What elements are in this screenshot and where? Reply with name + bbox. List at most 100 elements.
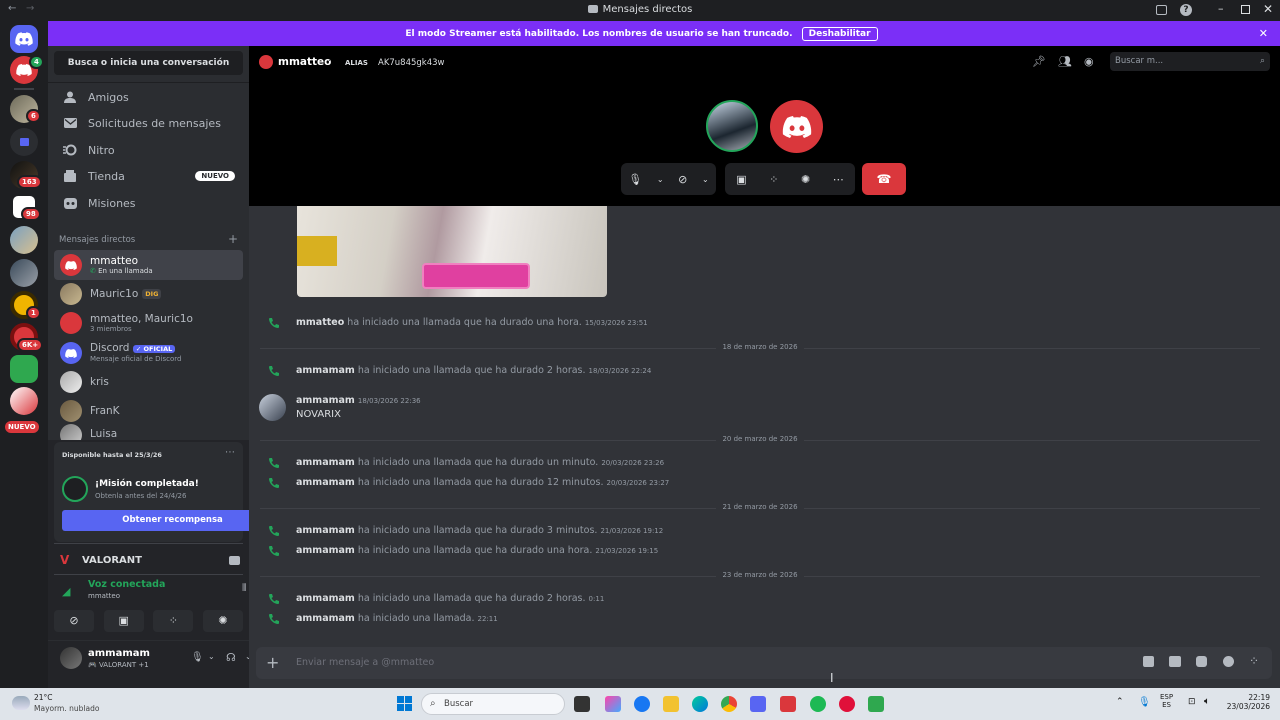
nav-quests[interactable]: Misiones (58, 190, 243, 216)
sticker-icon[interactable] (1196, 656, 1207, 667)
weather-icon[interactable] (12, 696, 30, 710)
task-view-icon[interactable] (574, 696, 590, 712)
maximize-button[interactable] (1241, 5, 1250, 14)
edge-icon[interactable] (692, 696, 708, 712)
message-input[interactable]: Enviar mensaje a @mmatteo (296, 657, 434, 668)
help-icon[interactable]: ? (1180, 4, 1192, 16)
message-avatar[interactable] (259, 394, 286, 421)
chevron-down-icon[interactable]: ⌄ (208, 652, 215, 661)
discord-taskbar-icon[interactable] (750, 696, 766, 712)
server-icon-4[interactable] (10, 226, 38, 254)
user-avatar[interactable] (60, 647, 82, 669)
search-input[interactable]: Buscar m... ⌕ (1110, 52, 1270, 71)
shop-icon (60, 166, 80, 186)
user-name[interactable]: ammamam (88, 648, 150, 659)
chevron-down-icon[interactable]: ⌄ (657, 175, 664, 184)
disable-streamer-button[interactable]: Deshabilitar (801, 27, 878, 41)
network-icon[interactable]: ⊡ (1188, 697, 1196, 707)
server-icon-9[interactable] (10, 387, 38, 415)
close-banner-icon[interactable]: ✕ (1259, 27, 1268, 40)
user-profile-icon[interactable]: ◉ (1084, 55, 1094, 68)
participant-avatar-discord[interactable] (770, 100, 823, 153)
nav-friends[interactable]: Amigos (58, 84, 243, 110)
windows-start-icon[interactable] (397, 696, 412, 711)
nav-message-requests[interactable]: Solicitudes de mensajes (58, 110, 243, 136)
mic-tray-icon[interactable]: 🎙︎ (1138, 697, 1151, 708)
gif-icon[interactable] (1169, 656, 1181, 667)
dm-item-group[interactable]: mmatteo, Mauric1o 3 miembros (54, 308, 243, 338)
voice-status[interactable]: Voz conectada (88, 579, 165, 590)
emoji-icon[interactable] (1223, 656, 1234, 667)
home-button[interactable] (10, 25, 38, 53)
tray-chevron-icon[interactable]: ⌃ (1116, 697, 1124, 707)
nav-nitro[interactable]: Nitro (58, 137, 243, 163)
activities-icon[interactable]: ⁘ (769, 173, 778, 186)
app-green-icon[interactable] (868, 696, 884, 712)
activity-row[interactable]: V VALORANT (60, 548, 240, 572)
add-friends-icon[interactable]: 👥︎ (1058, 55, 1072, 68)
camera-off-button[interactable]: ⊘ (54, 610, 94, 632)
dm-item-discord[interactable]: Discord ✓ OFICIAL Mensaje oficial de Disc… (54, 338, 243, 368)
nav-shop[interactable]: Tienda NUEVO (58, 163, 243, 189)
dm-item-mauricio[interactable]: Mauric1o DIG (54, 279, 243, 309)
image-attachment[interactable] (297, 206, 607, 297)
participant-avatar[interactable] (706, 100, 758, 152)
friends-icon (60, 87, 80, 107)
dm-item-frank[interactable]: FranK (54, 396, 243, 426)
voice-channel[interactable]: mmatteo (88, 592, 120, 600)
more-options-icon[interactable]: ⋯ (225, 447, 235, 458)
mention-badge: 6 (26, 109, 41, 123)
chevron-down-icon[interactable]: ⌄ (702, 175, 709, 184)
official-badge: ✓ OFICIAL (132, 345, 176, 353)
language-indicator[interactable]: ESP ES (1160, 693, 1173, 709)
inbox-tray-icon[interactable] (1156, 5, 1167, 15)
dm-item-mmatteo[interactable]: mmatteo ✆ En una llamada (54, 250, 243, 280)
valorant-logo-icon: V (60, 553, 70, 567)
attach-plus-icon[interactable]: + (266, 653, 279, 672)
headset-icon[interactable]: ☊ (226, 651, 236, 664)
facebook-icon[interactable] (634, 696, 650, 712)
mic-icon[interactable]: 🎙︎ (191, 652, 204, 663)
weather-temp[interactable]: 21°C (34, 693, 53, 702)
dm-item-luisa[interactable]: Luisa (54, 424, 243, 440)
create-dm-icon[interactable]: + (228, 232, 238, 246)
hang-up-button[interactable]: ☎ (862, 163, 906, 195)
soundboard-icon[interactable]: ✺ (801, 173, 810, 186)
avatar (60, 424, 82, 440)
server-folder[interactable] (10, 128, 38, 156)
spotify-icon[interactable] (810, 696, 826, 712)
file-explorer-icon[interactable] (663, 696, 679, 712)
more-icon[interactable]: ⋯ (833, 173, 844, 186)
weather-desc[interactable]: Mayorm. nublado (34, 704, 99, 713)
header-username[interactable]: mmatteo (278, 56, 331, 68)
apps-icon[interactable]: ⁘ (1249, 654, 1259, 668)
server-icon-8[interactable] (10, 355, 38, 383)
dm-item-kris[interactable]: kris (54, 367, 243, 397)
quest-title: ¡Misión completada! (95, 479, 199, 489)
mic-button[interactable]: 🎙︎ (628, 173, 642, 186)
copilot-icon[interactable] (605, 696, 621, 712)
pin-icon[interactable]: 📌︎ (1032, 55, 1046, 68)
server-icon-5[interactable] (10, 259, 38, 287)
noise-suppression-icon[interactable]: ⦀ (242, 583, 246, 594)
date-separator: 18 de marzo de 2026 (260, 343, 1260, 353)
activities-button[interactable]: ⁘ (153, 610, 194, 632)
app-red-icon[interactable] (839, 696, 855, 712)
clock[interactable]: 22:19 23/03/2026 (1222, 693, 1270, 711)
search-conversation-button[interactable]: Busca o inicia una conversación (54, 51, 243, 75)
close-window-button[interactable]: ✕ (1263, 2, 1273, 16)
stream-game-icon[interactable] (229, 555, 240, 565)
dm-name: mmatteo (90, 254, 139, 267)
dm-subtitle: Mensaje oficial de Discord (90, 355, 182, 363)
screen-share-icon[interactable]: ▣ (736, 173, 746, 186)
gift-icon[interactable] (1143, 656, 1154, 667)
app-taskbar-icon[interactable] (780, 696, 796, 712)
new-servers-badge: NUEVO (5, 421, 39, 433)
chrome-icon[interactable] (721, 696, 737, 712)
taskbar-search[interactable]: ⌕ Buscar (421, 693, 565, 715)
soundboard-button[interactable]: ✺ (202, 610, 243, 632)
camera-off-icon[interactable]: ⊘ (678, 173, 687, 186)
volume-icon[interactable]: 🔈︎ (1204, 696, 1210, 707)
minimize-button[interactable]: – (1218, 2, 1224, 15)
screen-share-button[interactable]: ▣ (103, 610, 144, 632)
